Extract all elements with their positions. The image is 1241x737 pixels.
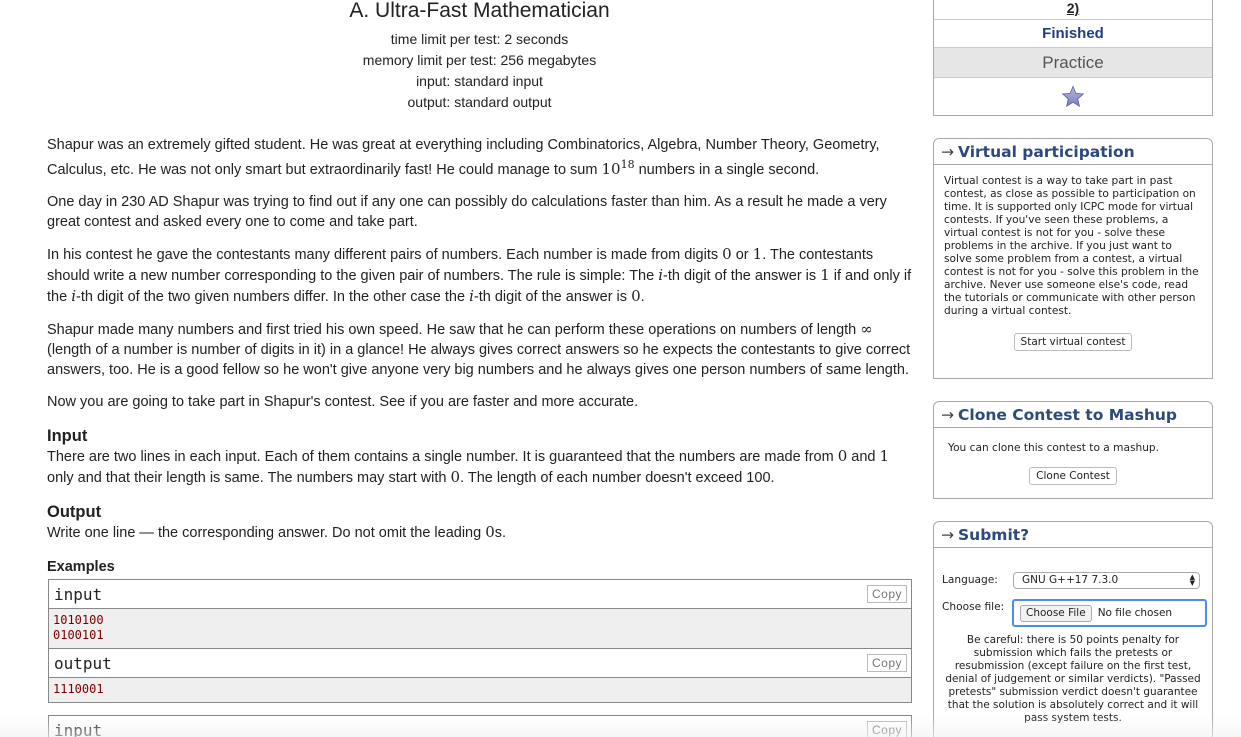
file-status: No file chosen	[1097, 606, 1173, 619]
contest-info-box: 2) Finished Practice	[933, 0, 1213, 116]
start-virtual-contest-button[interactable]: Start virtual contest	[1013, 333, 1133, 351]
example-input-content: 1010100 0100101	[49, 608, 911, 648]
language-select[interactable]: GNU G++17 7.3.0 ▲ ▼	[1013, 572, 1200, 589]
problem-title: A. Ultra-Fast Mathematician	[349, 0, 610, 22]
example-input-header: input Copy	[49, 715, 911, 737]
example-2: input Copy 000	[48, 714, 912, 737]
problem-statement: A. Ultra-Fast Mathematician time limit p…	[47, 0, 912, 737]
file-input[interactable]: Choose File No file chosen	[1012, 599, 1207, 627]
input-section-text: There are two lines in each input. Each …	[47, 446, 890, 486]
penalty-warning: Be careful: there is 50 points penalty f…	[945, 634, 1201, 724]
submit-title: → Submit?	[934, 522, 1212, 548]
input-section-title: Input	[47, 426, 88, 445]
example-input-label: input	[54, 720, 103, 737]
contest-status: Finished	[934, 20, 1212, 48]
example-output-header: output Copy	[49, 648, 911, 678]
time-limit: time limit per test: 2 seconds	[390, 31, 569, 47]
legend-paragraph: Shapur was an extremely gifted student. …	[47, 137, 880, 178]
example-input-label: input	[54, 584, 103, 604]
clone-contest-box: → Clone Contest to Mashup You can clone t…	[933, 401, 1213, 499]
example-1: input Copy 1010100 0100101 output Copy 1…	[48, 578, 912, 703]
virtual-participation-title: → Virtual participation	[934, 139, 1212, 165]
practice-label: Practice	[934, 48, 1212, 78]
legend-paragraph: In his contest he gave the contestants m…	[47, 244, 912, 305]
virtual-participation-box: → Virtual participation Virtual contest i…	[933, 138, 1213, 379]
legend-paragraph: One day in 230 AD Shapur was trying to f…	[47, 193, 887, 230]
star-icon[interactable]	[1061, 84, 1085, 109]
input-file: input: standard input	[416, 73, 543, 89]
sidebar: 2) Finished Practice → Virtual participat…	[933, 0, 1213, 737]
examples-title: Examples	[47, 558, 115, 575]
favourite-star[interactable]	[934, 78, 1212, 115]
output-file: output: standard output	[407, 94, 552, 110]
copy-button[interactable]: Copy	[866, 720, 907, 737]
memory-limit: memory limit per test: 256 megabytes	[362, 52, 597, 68]
choose-file-button[interactable]: Choose File	[1020, 604, 1092, 622]
clone-contest-text: You can clone this contest to a mashup.	[948, 442, 1160, 454]
problem-limits: time limit per test: 2 seconds memory li…	[47, 29, 912, 113]
contest-name-link[interactable]: 2)	[934, 0, 1212, 20]
language-label: Language:	[942, 574, 998, 586]
legend-paragraph: Now you are going to take part in Shapur…	[47, 393, 639, 410]
copy-button[interactable]: Copy	[866, 653, 907, 672]
virtual-participation-text: Virtual contest is a way to take part in…	[944, 175, 1199, 317]
example-input-header: input Copy	[49, 579, 911, 609]
choose-file-label: Choose file:	[942, 601, 1005, 613]
copy-button[interactable]: Copy	[866, 584, 907, 603]
output-section-text: Write one line — the corresponding answe…	[47, 522, 507, 541]
legend-paragraph: Shapur made many numbers and first tried…	[47, 319, 911, 378]
submit-box: → Submit? Language: GNU G++17 7.3.0 ▲ ▼ Ch…	[933, 521, 1213, 737]
clone-contest-button[interactable]: Clone Contest	[1029, 467, 1117, 485]
example-output-label: output	[54, 653, 112, 673]
example-output-content: 1110001	[49, 677, 911, 702]
output-section-title: Output	[47, 502, 102, 521]
select-arrows-icon: ▲ ▼	[1189, 573, 1195, 587]
clone-contest-title: → Clone Contest to Mashup	[934, 402, 1212, 428]
problem-legend: Shapur was an extremely gifted student. …	[47, 135, 912, 412]
